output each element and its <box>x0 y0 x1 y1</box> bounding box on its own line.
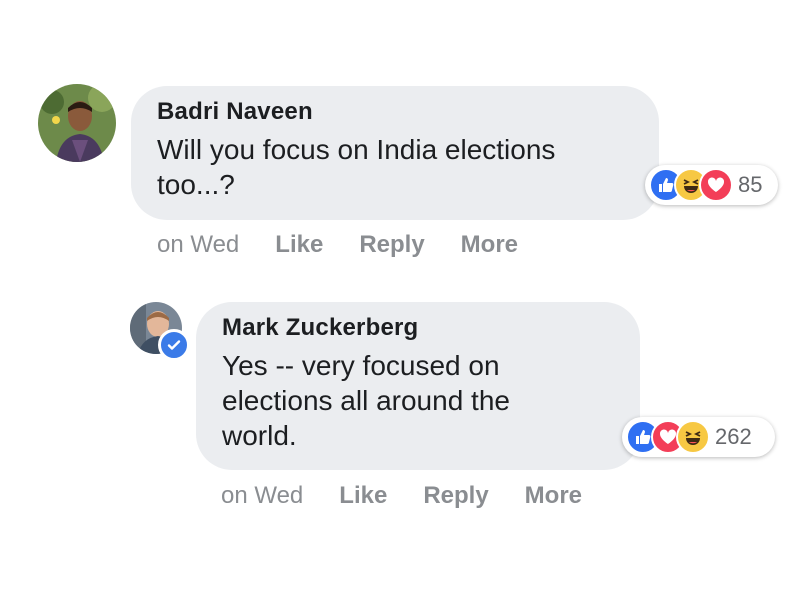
reply-button[interactable]: Reply <box>423 482 488 510</box>
comment-text-line: too...? <box>157 169 235 200</box>
comment-actions: on Wed Like Reply More <box>221 482 618 510</box>
comment-author[interactable]: Badri Naveen <box>157 98 633 126</box>
verified-badge-icon <box>158 329 190 361</box>
love-icon <box>699 168 733 202</box>
comment-thread: Badri Naveen Will you focus on India ele… <box>0 0 800 600</box>
comment-text-line: elections all around the <box>222 385 510 416</box>
haha-icon <box>676 420 710 454</box>
reply-bubble: Mark Zuckerberg Yes -- very focused on e… <box>196 302 640 470</box>
comment-bubble: Badri Naveen Will you focus on India ele… <box>131 86 659 220</box>
avatar-badri-naveen[interactable] <box>38 84 116 162</box>
more-button[interactable]: More <box>525 482 582 510</box>
comment-timestamp[interactable]: on Wed <box>221 482 303 510</box>
reaction-summary[interactable]: 262 <box>622 417 775 457</box>
reaction-count: 85 <box>738 172 763 197</box>
comment-actions: on Wed Like Reply More <box>157 231 554 259</box>
comment-text-line: world. <box>222 420 297 451</box>
reply-button[interactable]: Reply <box>359 231 424 259</box>
reaction-summary[interactable]: 85 <box>645 165 778 205</box>
comment-author[interactable]: Mark Zuckerberg <box>222 314 614 342</box>
comment-text: Will you focus on India elections too...… <box>157 132 633 202</box>
like-button[interactable]: Like <box>275 231 323 259</box>
comment-text-line: Will you focus on India elections <box>157 134 556 165</box>
comment-text: Yes -- very focused on elections all aro… <box>222 348 614 453</box>
more-button[interactable]: More <box>461 231 518 259</box>
comment-text-line: Yes -- very focused on <box>222 350 500 381</box>
comment-timestamp[interactable]: on Wed <box>157 231 239 259</box>
reaction-count: 262 <box>715 424 752 449</box>
like-button[interactable]: Like <box>339 482 387 510</box>
